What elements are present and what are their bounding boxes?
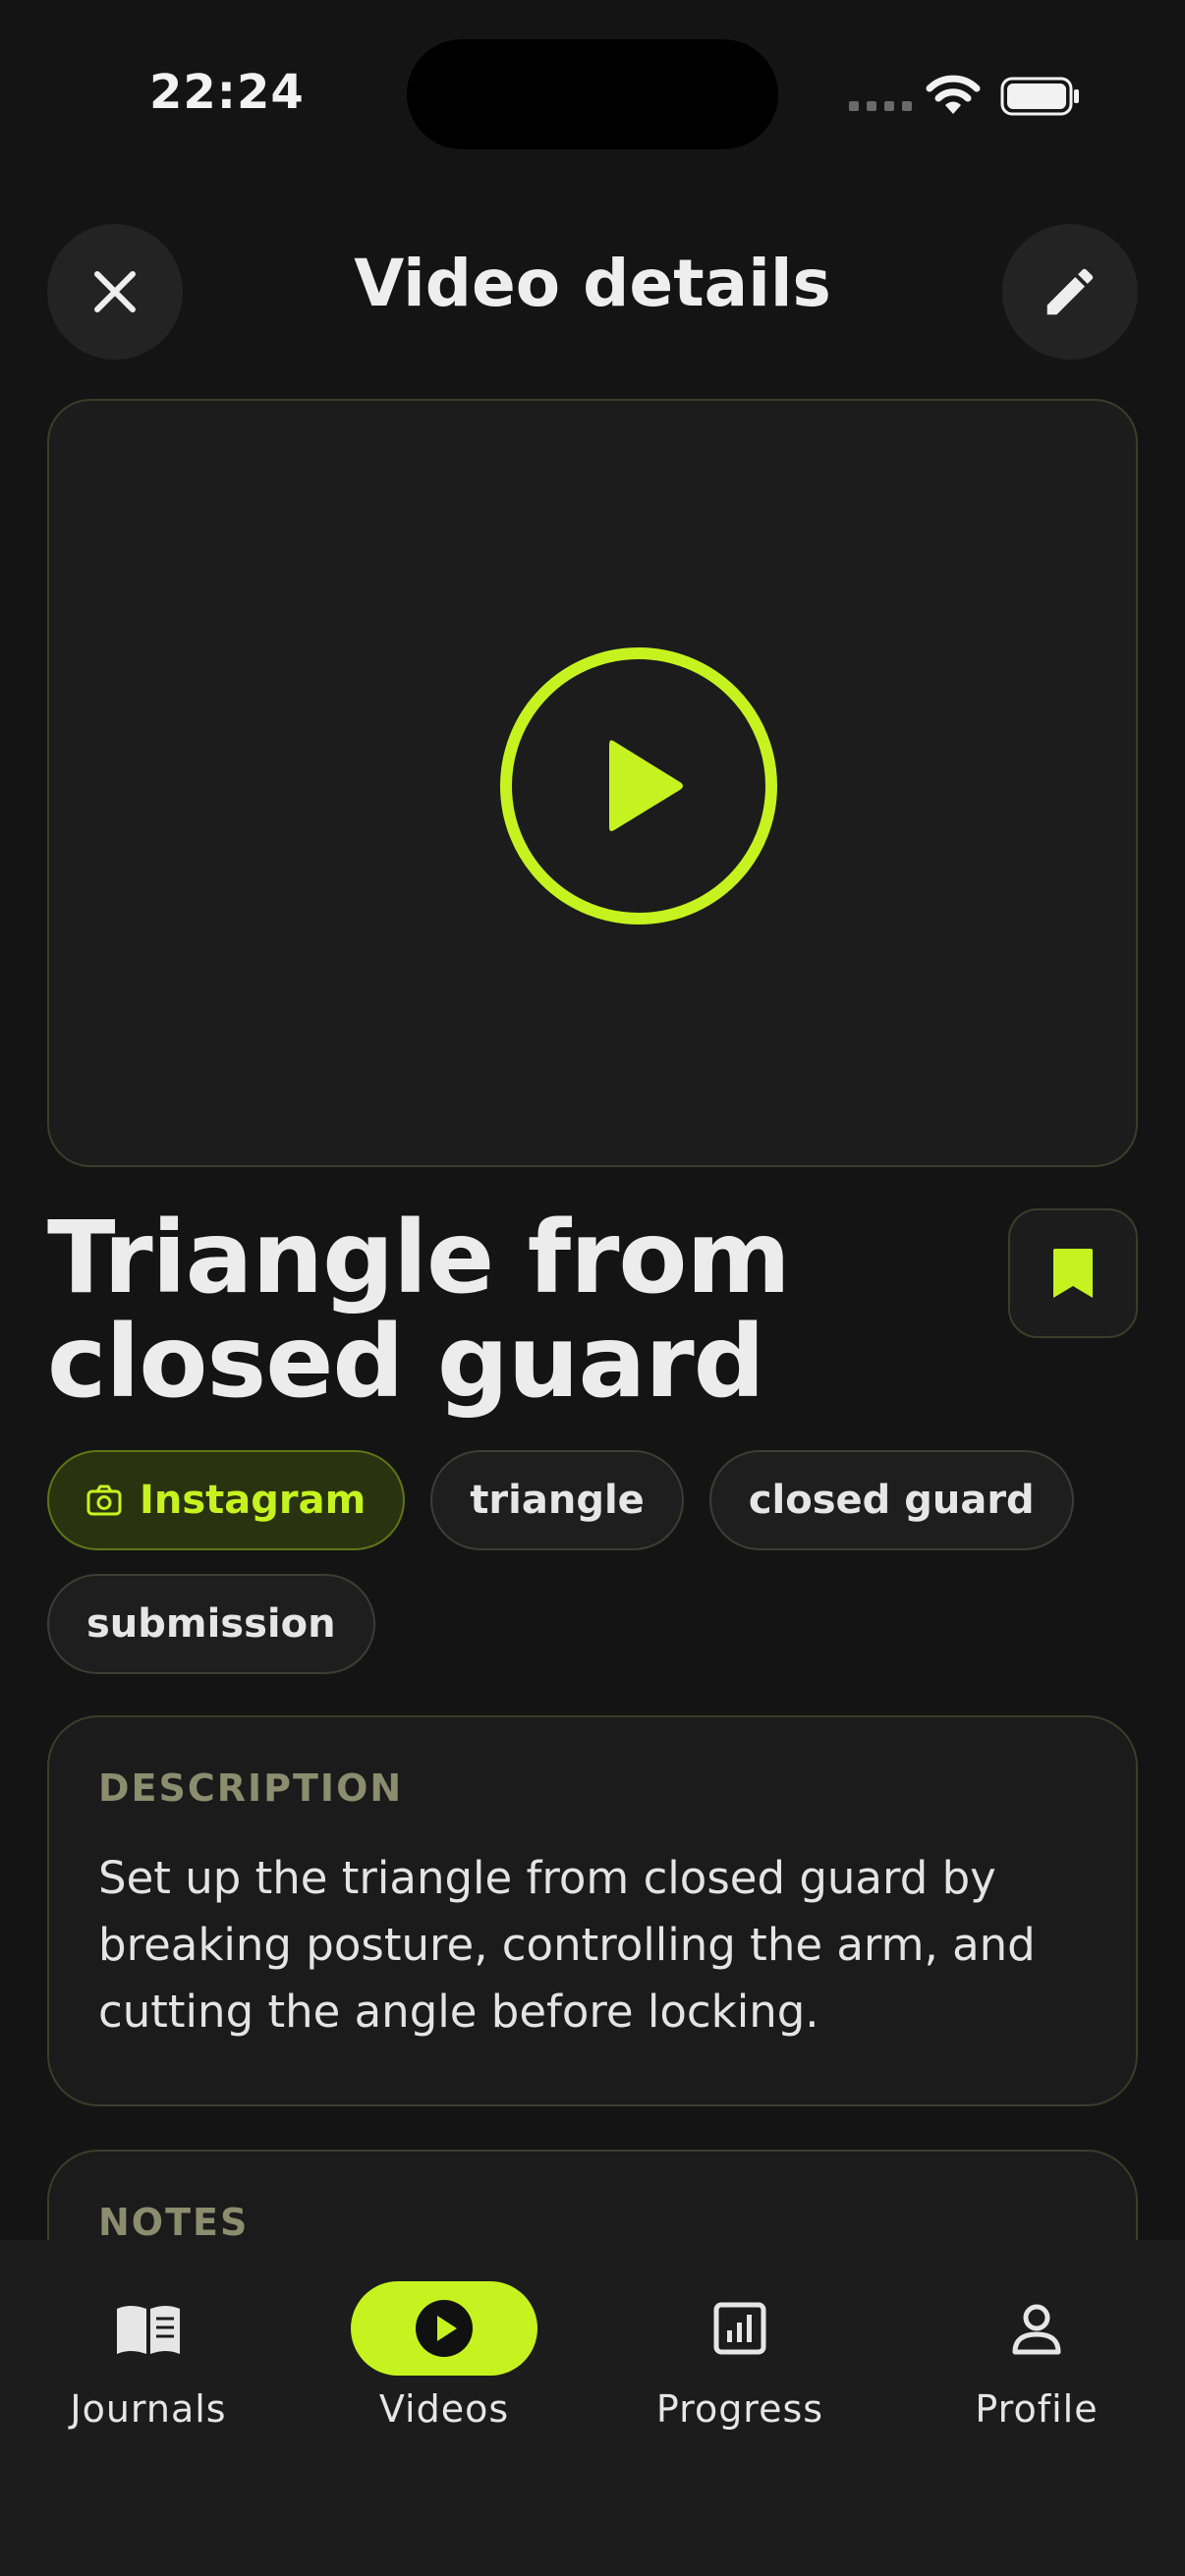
person-icon	[1012, 2304, 1061, 2355]
battery-icon	[1000, 77, 1079, 116]
pencil-icon	[1046, 268, 1094, 315]
bookmark-icon	[1053, 1249, 1093, 1298]
play-circle-icon	[416, 2300, 473, 2357]
nav-item-profile[interactable]: Profile	[919, 2281, 1155, 2431]
tag-list: Instagram triangle closed guard submissi…	[47, 1450, 1138, 1674]
notes-label: NOTES	[98, 2201, 250, 2244]
video-title: Triangle from closed guard	[47, 1206, 931, 1415]
tag-chip[interactable]: triangle	[430, 1450, 684, 1550]
dynamic-island	[407, 39, 778, 149]
nav-label: Progress	[655, 2387, 824, 2431]
tag-chip[interactable]: closed guard	[708, 1450, 1074, 1550]
nav-label: Journals	[70, 2387, 227, 2431]
bookmark-button[interactable]	[1008, 1208, 1138, 1338]
bottom-nav: Journals Videos Progress Profile	[0, 2240, 1185, 2576]
book-icon	[117, 2306, 180, 2354]
video-details-screen: 22:24 Video details Triangle from closed…	[0, 0, 1185, 2576]
camera-icon	[86, 1484, 122, 1516]
tag-label: submission	[86, 1601, 336, 1647]
tag-label: triangle	[470, 1478, 645, 1523]
description-card: DESCRIPTION Set up the triangle from clo…	[47, 1715, 1138, 2106]
source-tag[interactable]: Instagram	[47, 1450, 406, 1550]
wifi-icon	[926, 75, 981, 114]
description-label: DESCRIPTION	[98, 1766, 404, 1810]
video-title-line-2: closed guard	[47, 1304, 765, 1421]
edit-button[interactable]	[1002, 224, 1138, 360]
video-title-line-1: Triangle from	[47, 1200, 791, 1316]
description-text: Set up the triangle from closed guard by…	[98, 1852, 1036, 2038]
nav-label: Profile	[975, 2387, 1099, 2431]
nav-item-journals[interactable]: Journals	[30, 2281, 266, 2431]
nav-item-progress[interactable]: Progress	[622, 2281, 858, 2431]
tag-chip[interactable]: submission	[47, 1574, 375, 1674]
nav-label: Videos	[378, 2387, 510, 2431]
cellular-signal-icon	[849, 101, 912, 111]
nav-item-videos[interactable]: Videos	[326, 2281, 562, 2431]
video-player[interactable]	[47, 399, 1138, 1167]
play-button[interactable]	[499, 646, 778, 925]
source-tag-label: Instagram	[140, 1478, 367, 1523]
status-time: 22:24	[149, 65, 305, 120]
play-icon	[500, 647, 777, 924]
tag-label: closed guard	[748, 1478, 1035, 1523]
chart-icon	[713, 2302, 766, 2355]
